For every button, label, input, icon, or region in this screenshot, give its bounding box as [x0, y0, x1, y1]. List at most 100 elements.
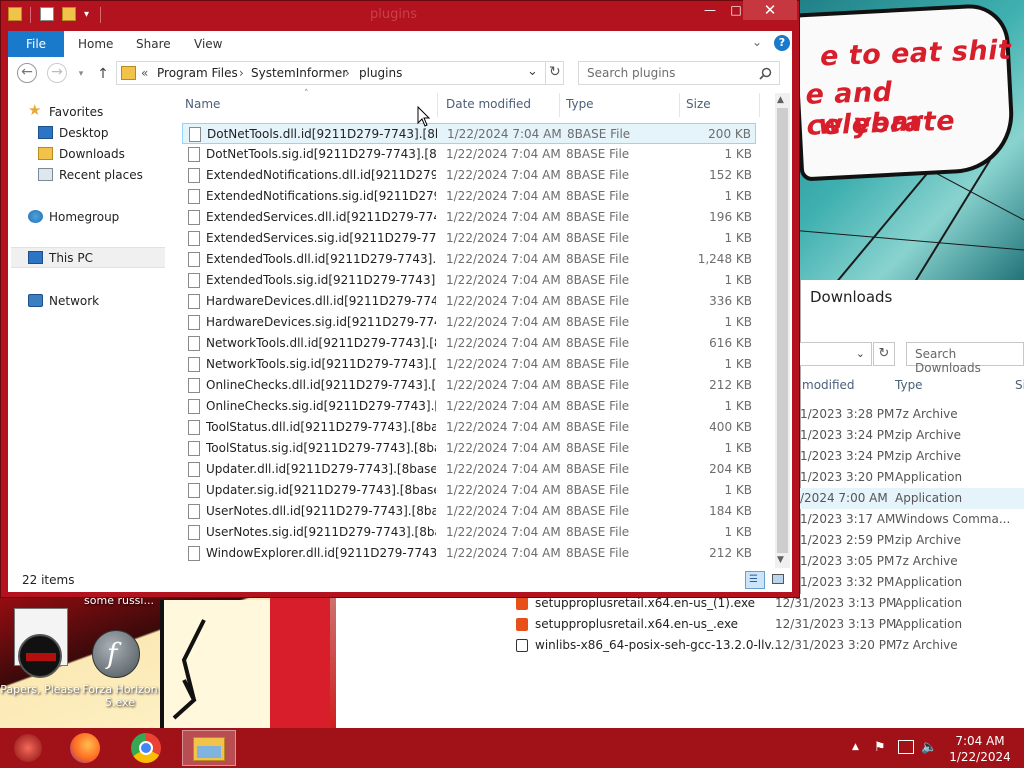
downloads-row[interactable]: 1/2023 3:28 PM 7z Archive	[800, 404, 1024, 425]
details-view-button[interactable]: ☰	[745, 571, 765, 589]
desktop-icon-forza-horizon[interactable]: Forza Horizon 5.exe	[80, 683, 160, 709]
breadcrumb-plugins[interactable]: plugins	[359, 66, 402, 80]
file-name: ExtendedNotifications.sig.id[9211D279-7.…	[206, 189, 436, 203]
refresh-icon[interactable]: ↻	[549, 64, 561, 80]
action-center-flag-icon[interactable]: ⚑	[874, 740, 886, 755]
file-row[interactable]: ExtendedServices.dll.id[9211D279-7743].[…	[182, 207, 756, 228]
tab-share[interactable]: Share	[126, 31, 181, 57]
desktop-icon-papers-please[interactable]: Papers, Please	[0, 683, 80, 696]
back-button[interactable]: ←	[17, 63, 37, 83]
file-date: 1/22/2024 7:04 AM	[446, 336, 561, 350]
file-row[interactable]: UserNotes.dll.id[9211D279-7743].[8base0.…	[182, 501, 756, 522]
file-row[interactable]: OnlineChecks.sig.id[9211D279-7743].[8ba.…	[182, 396, 756, 417]
column-header-type[interactable]: Type	[566, 97, 594, 111]
close-button[interactable]: ✕	[743, 0, 797, 20]
papers-please-icon[interactable]	[18, 634, 62, 678]
scroll-up-icon[interactable]: ▲	[777, 95, 784, 105]
column-header-size[interactable]: Size	[686, 97, 711, 111]
tab-file[interactable]: File	[8, 31, 64, 57]
minimize-button[interactable]: —	[696, 0, 724, 20]
breadcrumb-separator-icon[interactable]: ›	[239, 66, 244, 80]
file-name: ToolStatus.sig.id[9211D279-7743].[8base0…	[206, 441, 436, 455]
breadcrumb-program-files[interactable]: Program Files	[157, 66, 238, 80]
breadcrumb-systeminformer[interactable]: SystemInformer	[251, 66, 347, 80]
file-size: 152 KB	[709, 168, 752, 182]
downloads-row[interactable]: 1/2023 3:20 PM Application	[800, 467, 1024, 488]
file-icon	[188, 420, 200, 435]
file-row[interactable]: ExtendedTools.sig.id[9211D279-7743].[8b.…	[182, 270, 756, 291]
downloads-row[interactable]: winlibs-x86_64-posix-seh-gcc-13.2.0-llv.…	[510, 635, 1024, 656]
taskbar-file-explorer[interactable]	[182, 730, 236, 766]
tab-view[interactable]: View	[184, 31, 232, 57]
file-row[interactable]: HardwareDevices.dll.id[9211D279-7743].[.…	[182, 291, 756, 312]
recent-locations-icon[interactable]: ▾	[70, 65, 92, 83]
taskbar-chrome[interactable]	[124, 730, 170, 766]
file-row[interactable]: DotNetTools.sig.id[9211D279-7743].[8bas.…	[182, 144, 756, 165]
scroll-down-icon[interactable]: ▼	[777, 555, 784, 565]
downloads-row[interactable]: 1/2023 3:24 PM zip Archive	[800, 425, 1024, 446]
file-row[interactable]: UserNotes.sig.id[9211D279-7743].[8base0.…	[182, 522, 756, 543]
file-row[interactable]: DotNetTools.dll.id[9211D279-7743].[8bas.…	[182, 123, 756, 144]
file-icon	[188, 147, 200, 162]
file-row[interactable]: HardwareDevices.sig.id[9211D279-7743].[.…	[182, 312, 756, 333]
downloads-row[interactable]: 1/2023 3:17 AM Windows Comma...	[800, 509, 1024, 530]
show-hidden-icons[interactable]: ▲	[852, 742, 859, 752]
downloads-address-bar[interactable]: ⌄	[800, 342, 872, 366]
downloads-row[interactable]: 1/2023 3:24 PM zip Archive	[800, 446, 1024, 467]
file-row[interactable]: ExtendedTools.dll.id[9211D279-7743].[8b.…	[182, 249, 756, 270]
breadcrumb-overflow[interactable]: «	[141, 66, 148, 80]
scrollbar-thumb[interactable]	[777, 108, 788, 553]
file-row[interactable]: Updater.dll.id[9211D279-7743].[8base01..…	[182, 459, 756, 480]
downloads-refresh-button[interactable]: ↻	[873, 342, 895, 366]
file-row[interactable]: ToolStatus.dll.id[9211D279-7743].[8base0…	[182, 417, 756, 438]
chevron-down-icon[interactable]: ⌄	[856, 347, 865, 360]
file-row[interactable]: NetworkTools.dll.id[9211D279-7743].[8ba.…	[182, 333, 756, 354]
downloads-col-size[interactable]: Si	[1015, 378, 1024, 392]
taskbar-firefox[interactable]	[62, 730, 108, 766]
downloads-row[interactable]: 1/2023 3:32 PM Application	[800, 572, 1024, 593]
downloads-row[interactable]: setupproplusretail.x64.en-us_.exe 12/31/2…	[510, 614, 1024, 635]
up-button[interactable]: ↑	[92, 65, 114, 83]
office-setup-icon	[516, 597, 528, 610]
file-row[interactable]: ToolStatus.sig.id[9211D279-7743].[8base0…	[182, 438, 756, 459]
help-icon[interactable]: ?	[774, 35, 790, 51]
downloads-row[interactable]: 1/2023 3:05 PM 7z Archive	[800, 551, 1024, 572]
file-row[interactable]: ExtendedNotifications.sig.id[9211D279-7.…	[182, 186, 756, 207]
quick-access-dropdown-icon[interactable]: ▾	[84, 9, 89, 20]
file-icon	[188, 378, 200, 393]
address-dropdown-icon[interactable]: ⌄	[527, 64, 538, 79]
taskbar-start-button[interactable]	[4, 730, 50, 766]
column-header-name[interactable]: Name	[185, 97, 220, 111]
file-row[interactable]: OnlineChecks.dll.id[9211D279-7743].[8ba.…	[182, 375, 756, 396]
new-folder-icon[interactable]	[62, 7, 76, 21]
network-status-icon[interactable]	[898, 740, 914, 754]
downloads-col-modified[interactable]: modified	[802, 378, 855, 392]
breadcrumb-separator-icon[interactable]: ›	[345, 66, 350, 80]
recent-places-icon	[38, 168, 53, 181]
address-bar[interactable]: « Program Files › SystemInformer › plugi…	[116, 61, 564, 85]
file-row[interactable]: WindowExplorer.dll.id[9211D279-7743].[8.…	[182, 543, 756, 564]
properties-icon[interactable]	[40, 7, 54, 21]
file-row[interactable]: Updater.sig.id[9211D279-7743].[8base01..…	[182, 480, 756, 501]
downloads-search-input[interactable]: Search Downloads	[906, 342, 1024, 375]
downloads-row[interactable]: 1/2023 2:59 PM zip Archive	[800, 530, 1024, 551]
file-row[interactable]: NetworkTools.sig.id[9211D279-7743].[8b..…	[182, 354, 756, 375]
file-row[interactable]: ExtendedServices.sig.id[9211D279-7743].[…	[182, 228, 756, 249]
column-header-date[interactable]: Date modified	[446, 97, 531, 111]
volume-muted-icon[interactable]: 🔈	[921, 740, 937, 755]
flash-icon[interactable]: f	[92, 630, 140, 678]
forward-button[interactable]: →	[47, 63, 67, 83]
expand-ribbon-icon[interactable]: ⌄	[752, 35, 762, 49]
file-row[interactable]: ExtendedNotifications.dll.id[9211D279-77…	[182, 165, 756, 186]
nav-label: This PC	[49, 251, 93, 265]
taskbar-clock[interactable]: 7:04 AM 1/22/2024	[940, 733, 1020, 765]
downloads-row-type: Application	[895, 470, 963, 484]
large-icons-view-button[interactable]	[769, 571, 787, 589]
downloads-row[interactable]: /2024 7:00 AM Application	[800, 488, 1024, 509]
search-input[interactable]: Search plugins	[578, 61, 780, 85]
tab-home[interactable]: Home	[68, 31, 123, 57]
downloads-col-type[interactable]: Type	[895, 378, 923, 392]
downloads-row-type: zip Archive	[895, 449, 961, 463]
search-icon[interactable]	[759, 67, 772, 80]
file-name: Updater.sig.id[9211D279-7743].[8base01..…	[206, 483, 436, 497]
